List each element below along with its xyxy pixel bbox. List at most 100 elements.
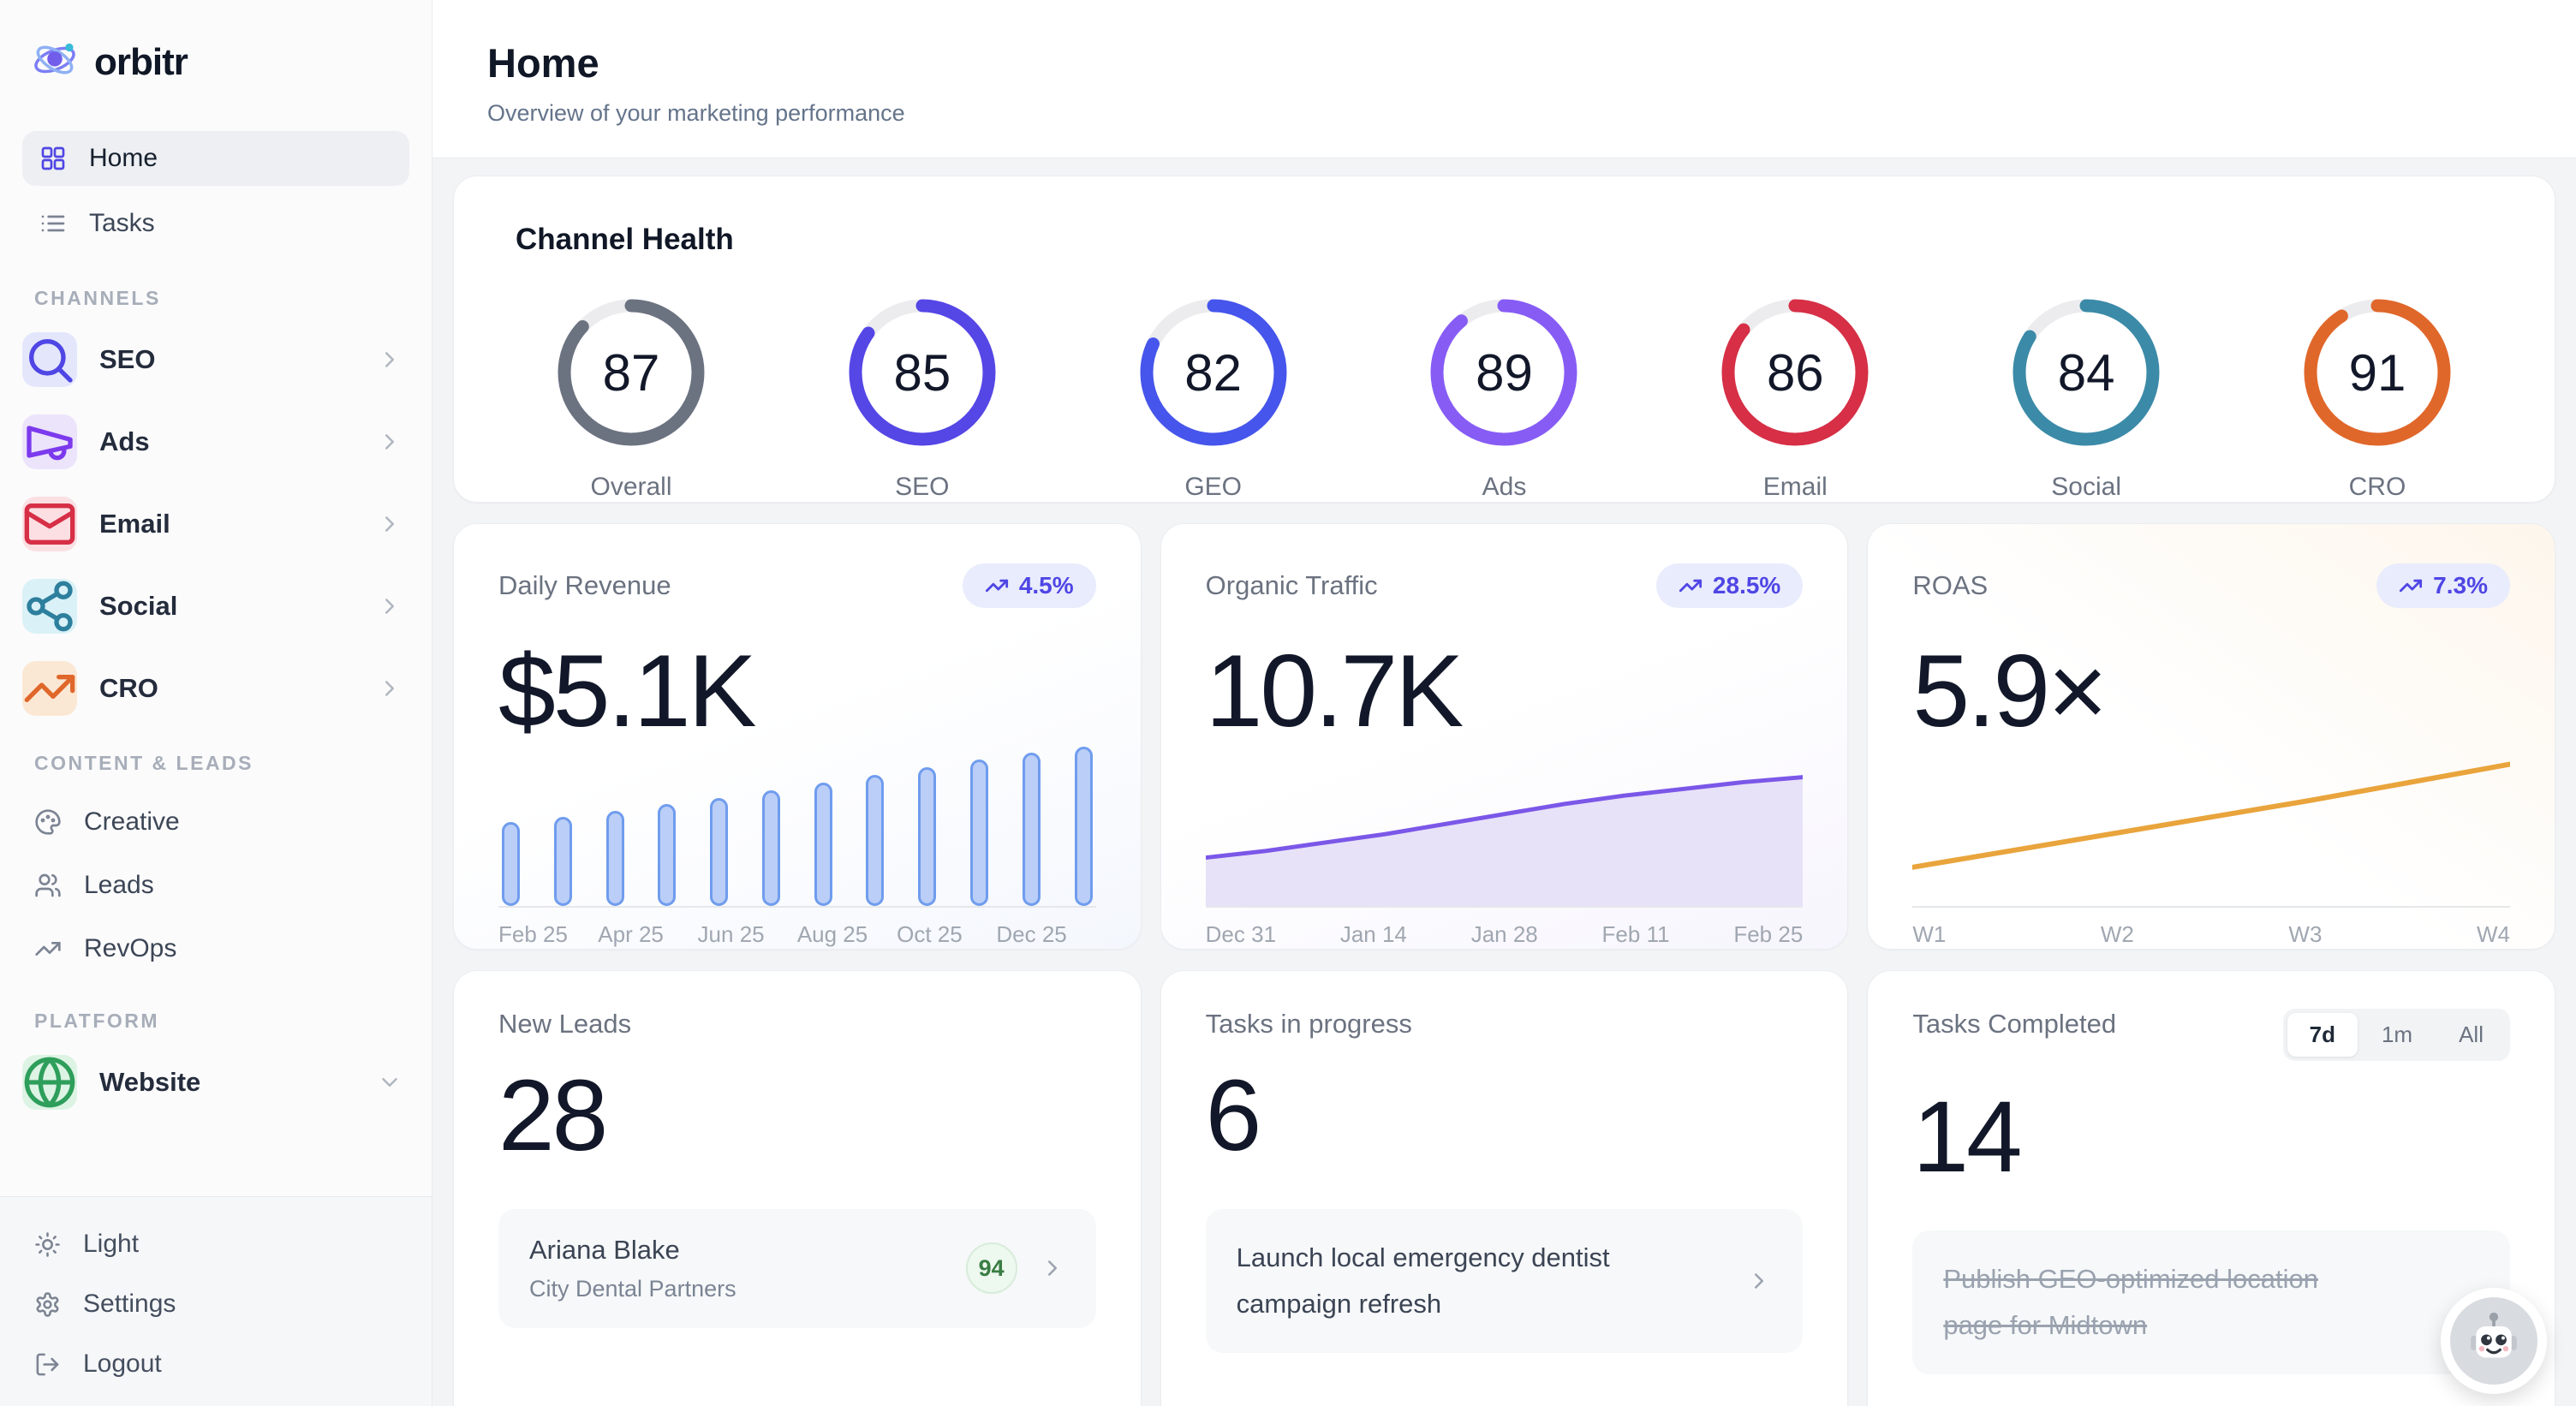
revenue-bar	[1075, 747, 1093, 906]
assistant-button[interactable]	[2441, 1288, 2547, 1394]
sidebar-item-label: Home	[89, 144, 158, 173]
tab-all[interactable]: All	[2436, 1013, 2506, 1057]
metric-row: Daily Revenue 4.5% $5.1K Feb 25Apr 25Jun…	[453, 523, 2555, 950]
gauge-label: Email	[1763, 473, 1828, 502]
chevron-right-icon	[1746, 1268, 1772, 1294]
brand: orbitr	[22, 29, 409, 97]
chevron-right-icon	[377, 429, 402, 455]
sidebar-item-website[interactable]: Website	[22, 1055, 409, 1110]
metric-value: 5.9×	[1912, 637, 2510, 745]
sidebar-item-social[interactable]: Social	[22, 579, 409, 634]
sidebar-item-email[interactable]: Email	[22, 497, 409, 551]
sidebar-item-creative[interactable]: Creative	[22, 797, 409, 847]
app: orbitr Home Ta	[0, 0, 2576, 1406]
revenue-bar	[814, 783, 832, 906]
sidebar-item-label: Tasks	[89, 209, 155, 238]
sidebar-item-leads[interactable]: Leads	[22, 861, 409, 910]
completed-task-title: Publish GEO-optimized location page for …	[1943, 1256, 2479, 1349]
trending-up-icon	[985, 574, 1009, 598]
gauge-label: Overall	[590, 473, 671, 502]
revenue-bar	[710, 798, 728, 906]
time-range-segmented-control: 7d 1m All	[2283, 1009, 2510, 1061]
sidebar-item-label: Ads	[99, 426, 150, 457]
tasks-in-progress-card: Tasks in progress 6 Launch local emergen…	[1160, 970, 1849, 1406]
users-icon	[34, 872, 62, 899]
chevron-right-icon	[377, 593, 402, 619]
sidebar-item-label: Website	[99, 1067, 200, 1098]
trending-up-icon	[22, 661, 77, 716]
x-axis-label: Jan 28	[1471, 921, 1538, 956]
metric-label: Organic Traffic	[1206, 570, 1378, 601]
palette-icon	[34, 808, 62, 836]
sidebar-item-label: SEO	[99, 344, 155, 375]
page-header: Home Overview of your marketing performa…	[432, 0, 2576, 158]
sidebar-item-ads[interactable]: Ads	[22, 414, 409, 469]
gear-icon	[34, 1291, 61, 1318]
chart-body	[1912, 745, 2510, 908]
new-leads-card: New Leads 28 Ariana Blake City Dental Pa…	[453, 970, 1142, 1406]
sidebar-item-home[interactable]: Home	[22, 131, 409, 186]
chart-x-labels: Dec 31Jan 14Jan 28Feb 11Feb 25	[1206, 921, 1804, 956]
sidebar-item-seo[interactable]: SEO	[22, 332, 409, 387]
x-axis-label: Feb 11	[1602, 921, 1670, 956]
lead-name: Ariana Blake	[529, 1235, 966, 1266]
summary-row: New Leads 28 Ariana Blake City Dental Pa…	[453, 970, 2555, 1406]
sidebar-footer: Light Settings Logout	[0, 1196, 432, 1406]
page-title: Home	[487, 39, 2521, 86]
daily-revenue-card: Daily Revenue 4.5% $5.1K Feb 25Apr 25Jun…	[453, 523, 1142, 950]
sidebar-item-cro[interactable]: CRO	[22, 661, 409, 716]
sidebar: orbitr Home Ta	[0, 0, 432, 1406]
lead-company: City Dental Partners	[529, 1276, 966, 1302]
mail-icon	[22, 497, 77, 551]
task-list-item[interactable]: Launch local emergency dentist campaign …	[1206, 1209, 1804, 1354]
main: Home Overview of your marketing performa…	[432, 0, 2576, 1406]
revenue-bar	[970, 760, 988, 906]
page-subtitle: Overview of your marketing performance	[487, 100, 2521, 127]
theme-toggle-light[interactable]: Light	[22, 1214, 409, 1274]
gauge-label: Ads	[1482, 473, 1527, 502]
footer-item-label: Settings	[83, 1290, 176, 1319]
tab-1m[interactable]: 1m	[2359, 1013, 2435, 1057]
lead-list-item[interactable]: Ariana Blake City Dental Partners 94	[498, 1209, 1096, 1328]
x-axis-label: W1	[1912, 921, 1946, 956]
gauge-value: 86	[1719, 296, 1871, 449]
sidebar-item-tasks[interactable]: Tasks	[22, 196, 409, 251]
dashboard-icon	[39, 145, 67, 172]
x-axis-label: Apr 25	[598, 921, 697, 956]
traffic-area-chart: Dec 31Jan 14Jan 28Feb 11Feb 25	[1206, 745, 1804, 981]
gauge-email: 86 Email	[1705, 296, 1885, 502]
revenue-bar	[866, 775, 884, 906]
sidebar-item-settings[interactable]: Settings	[22, 1274, 409, 1334]
metric-value: 10.7K	[1206, 637, 1804, 745]
x-axis-label: Dec 25	[996, 921, 1095, 956]
x-axis-label: Dec 31	[1206, 921, 1276, 956]
completed-task-list-item[interactable]: Publish GEO-optimized location page for …	[1912, 1230, 2510, 1375]
tab-7d[interactable]: 7d	[2287, 1013, 2358, 1057]
revenue-bar	[502, 822, 520, 906]
logout-icon	[34, 1351, 61, 1378]
change-badge: 28.5%	[1656, 563, 1803, 608]
chevron-right-icon	[377, 347, 402, 372]
trending-up-icon	[1679, 574, 1702, 598]
gauge-value: 84	[2010, 296, 2162, 449]
revenue-bar	[658, 804, 676, 906]
revenue-bar	[762, 790, 780, 906]
section-label-platform: PLATFORM	[34, 1010, 409, 1033]
sidebar-item-label: CRO	[99, 673, 158, 704]
gauge-value: 87	[555, 296, 707, 449]
gauge-social: 84 Social	[1996, 296, 2176, 502]
gauge-value: 85	[846, 296, 999, 449]
gauge-cro: 91CRO	[2287, 296, 2467, 502]
orbit-logo-icon	[31, 36, 79, 88]
content: Channel Health 87Overall85SEO82GEO89Ads8…	[432, 158, 2576, 1406]
x-axis-label: Feb 25	[498, 921, 598, 956]
change-badge: 4.5%	[963, 563, 1096, 608]
x-axis-label: W4	[2477, 921, 2510, 956]
sidebar-item-revops[interactable]: RevOps	[22, 924, 409, 974]
sidebar-item-logout[interactable]: Logout	[22, 1334, 409, 1394]
footer-item-label: Light	[83, 1230, 139, 1259]
robot-icon	[2450, 1297, 2537, 1385]
lead-score-badge: 94	[966, 1242, 1017, 1294]
revenue-bar	[1023, 753, 1041, 906]
gauge-label: Social	[2051, 473, 2121, 502]
